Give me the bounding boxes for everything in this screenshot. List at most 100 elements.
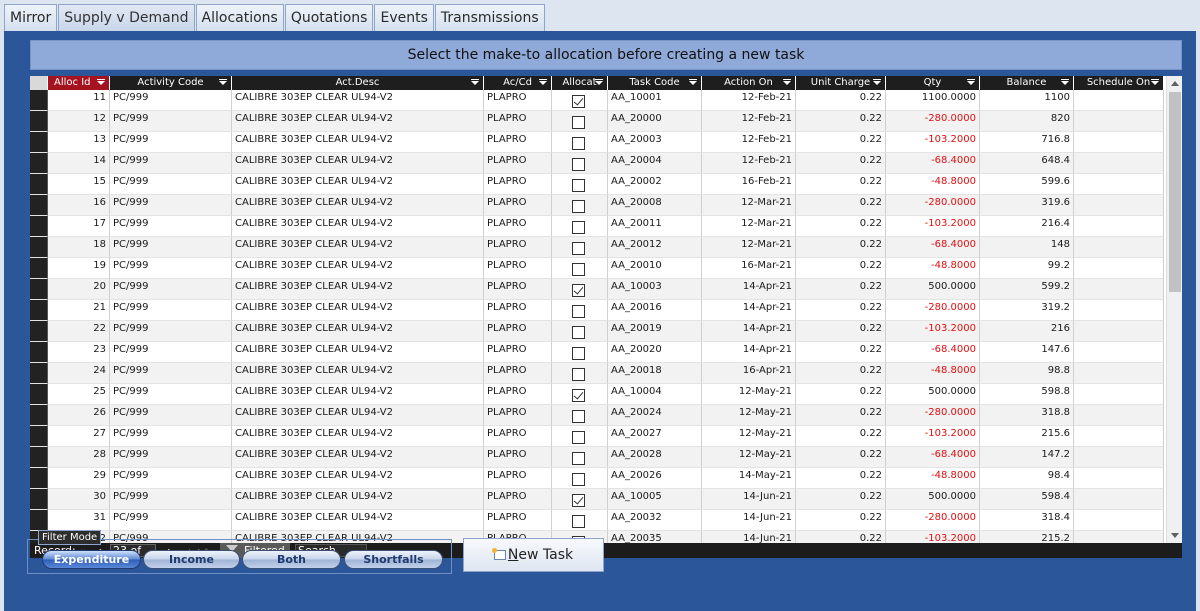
cell-sched[interactable]	[1074, 468, 1164, 489]
cell-balance[interactable]: 147.2	[980, 447, 1074, 468]
cell-id[interactable]: 18	[48, 237, 110, 258]
cell-charge[interactable]: 0.22	[796, 489, 886, 510]
column-filter-dropdown-icon[interactable]	[689, 79, 697, 85]
allocat-checkbox[interactable]	[572, 326, 585, 339]
cell-desc[interactable]: CALIBRE 303EP CLEAR UL94-V2	[232, 153, 484, 174]
cell-charge[interactable]: 0.22	[796, 174, 886, 195]
cell-id[interactable]: 27	[48, 426, 110, 447]
filter-both-button[interactable]: Both	[242, 550, 341, 569]
allocat-checkbox[interactable]	[572, 494, 585, 507]
record-selector[interactable]	[30, 258, 48, 279]
cell-allocat[interactable]	[552, 300, 608, 321]
cell-task[interactable]: AA_10001	[608, 90, 702, 111]
cell-charge[interactable]: 0.22	[796, 195, 886, 216]
cell-allocat[interactable]	[552, 468, 608, 489]
table-row[interactable]: 25 PC/999 CALIBRE 303EP CLEAR UL94-V2 PLAPR…	[30, 384, 1164, 405]
cell-accd[interactable]: PLAPRO	[484, 300, 552, 321]
allocat-checkbox[interactable]	[572, 221, 585, 234]
record-selector[interactable]	[30, 468, 48, 489]
cell-desc[interactable]: CALIBRE 303EP CLEAR UL94-V2	[232, 489, 484, 510]
column-header-allocat[interactable]: Allocat	[552, 76, 608, 90]
cell-activity[interactable]: PC/999	[110, 300, 232, 321]
cell-desc[interactable]: CALIBRE 303EP CLEAR UL94-V2	[232, 363, 484, 384]
vertical-scrollbar[interactable]	[1166, 76, 1182, 543]
cell-balance[interactable]: 98.8	[980, 363, 1074, 384]
column-filter-dropdown-icon[interactable]	[783, 79, 791, 85]
allocat-checkbox[interactable]	[572, 95, 585, 108]
cell-id[interactable]: 29	[48, 468, 110, 489]
cell-allocat[interactable]	[552, 237, 608, 258]
cell-action[interactable]: 16-Mar-21	[702, 258, 796, 279]
cell-charge[interactable]: 0.22	[796, 279, 886, 300]
allocat-checkbox[interactable]	[572, 368, 585, 381]
cell-activity[interactable]: PC/999	[110, 405, 232, 426]
table-row[interactable]: 14 PC/999 CALIBRE 303EP CLEAR UL94-V2 PLAPR…	[30, 153, 1164, 174]
cell-action[interactable]: 14-Apr-21	[702, 300, 796, 321]
filter-shortfalls-button[interactable]: Shortfalls	[344, 550, 443, 569]
cell-desc[interactable]: CALIBRE 303EP CLEAR UL94-V2	[232, 195, 484, 216]
cell-allocat[interactable]	[552, 342, 608, 363]
table-row[interactable]: 27 PC/999 CALIBRE 303EP CLEAR UL94-V2 PLAPR…	[30, 426, 1164, 447]
cell-task[interactable]: AA_20002	[608, 174, 702, 195]
cell-charge[interactable]: 0.22	[796, 363, 886, 384]
cell-qty[interactable]: -48.8000	[886, 174, 980, 195]
cell-id[interactable]: 19	[48, 258, 110, 279]
cell-allocat[interactable]	[552, 489, 608, 510]
allocat-checkbox[interactable]	[572, 158, 585, 171]
cell-action[interactable]: 12-Mar-21	[702, 195, 796, 216]
cell-sched[interactable]	[1074, 237, 1164, 258]
column-header-activity-code[interactable]: Activity Code	[110, 76, 232, 90]
cell-qty[interactable]: -103.2000	[886, 531, 980, 543]
table-row[interactable]: 17 PC/999 CALIBRE 303EP CLEAR UL94-V2 PLAPR…	[30, 216, 1164, 237]
cell-allocat[interactable]	[552, 384, 608, 405]
cell-balance[interactable]: 318.4	[980, 510, 1074, 531]
cell-qty[interactable]: 1100.0000	[886, 90, 980, 111]
filter-income-button[interactable]: Income	[143, 550, 240, 569]
cell-charge[interactable]: 0.22	[796, 300, 886, 321]
record-selector[interactable]	[30, 405, 48, 426]
cell-charge[interactable]: 0.22	[796, 531, 886, 543]
cell-activity[interactable]: PC/999	[110, 279, 232, 300]
cell-sched[interactable]	[1074, 258, 1164, 279]
cell-desc[interactable]: CALIBRE 303EP CLEAR UL94-V2	[232, 300, 484, 321]
cell-accd[interactable]: PLAPRO	[484, 279, 552, 300]
tab-quotations[interactable]: Quotations	[284, 4, 374, 31]
column-filter-dropdown-icon[interactable]	[595, 79, 603, 85]
cell-desc[interactable]: CALIBRE 303EP CLEAR UL94-V2	[232, 405, 484, 426]
table-row[interactable]: 20 PC/999 CALIBRE 303EP CLEAR UL94-V2 PLAPR…	[30, 279, 1164, 300]
cell-action[interactable]: 12-May-21	[702, 384, 796, 405]
cell-activity[interactable]: PC/999	[110, 90, 232, 111]
cell-allocat[interactable]	[552, 216, 608, 237]
cell-activity[interactable]: PC/999	[110, 447, 232, 468]
cell-action[interactable]: 14-Jun-21	[702, 531, 796, 543]
cell-desc[interactable]: CALIBRE 303EP CLEAR UL94-V2	[232, 468, 484, 489]
cell-action[interactable]: 14-Jun-21	[702, 489, 796, 510]
table-row[interactable]: 22 PC/999 CALIBRE 303EP CLEAR UL94-V2 PLAPR…	[30, 321, 1164, 342]
allocat-checkbox[interactable]	[572, 473, 585, 486]
table-row[interactable]: 29 PC/999 CALIBRE 303EP CLEAR UL94-V2 PLAPR…	[30, 468, 1164, 489]
cell-task[interactable]: AA_20008	[608, 195, 702, 216]
cell-id[interactable]: 16	[48, 195, 110, 216]
table-row[interactable]: 19 PC/999 CALIBRE 303EP CLEAR UL94-V2 PLAPR…	[30, 258, 1164, 279]
cell-accd[interactable]: PLAPRO	[484, 111, 552, 132]
cell-activity[interactable]: PC/999	[110, 468, 232, 489]
cell-activity[interactable]: PC/999	[110, 510, 232, 531]
cell-task[interactable]: AA_10005	[608, 489, 702, 510]
cell-charge[interactable]: 0.22	[796, 321, 886, 342]
column-filter-dropdown-icon[interactable]	[1151, 79, 1159, 85]
record-selector[interactable]	[30, 300, 48, 321]
cell-accd[interactable]: PLAPRO	[484, 258, 552, 279]
cell-accd[interactable]: PLAPRO	[484, 405, 552, 426]
scroll-down-icon[interactable]	[1171, 533, 1179, 538]
cell-desc[interactable]: CALIBRE 303EP CLEAR UL94-V2	[232, 132, 484, 153]
cell-activity[interactable]: PC/999	[110, 174, 232, 195]
table-row[interactable]: 31 PC/999 CALIBRE 303EP CLEAR UL94-V2 PLAPR…	[30, 510, 1164, 531]
allocat-checkbox[interactable]	[572, 389, 585, 402]
cell-sched[interactable]	[1074, 384, 1164, 405]
record-selector[interactable]	[30, 510, 48, 531]
table-row[interactable]: 12 PC/999 CALIBRE 303EP CLEAR UL94-V2 PLAPR…	[30, 111, 1164, 132]
record-selector[interactable]	[30, 342, 48, 363]
cell-activity[interactable]: PC/999	[110, 489, 232, 510]
tab-events[interactable]: Events	[374, 4, 434, 31]
cell-action[interactable]: 12-Mar-21	[702, 237, 796, 258]
